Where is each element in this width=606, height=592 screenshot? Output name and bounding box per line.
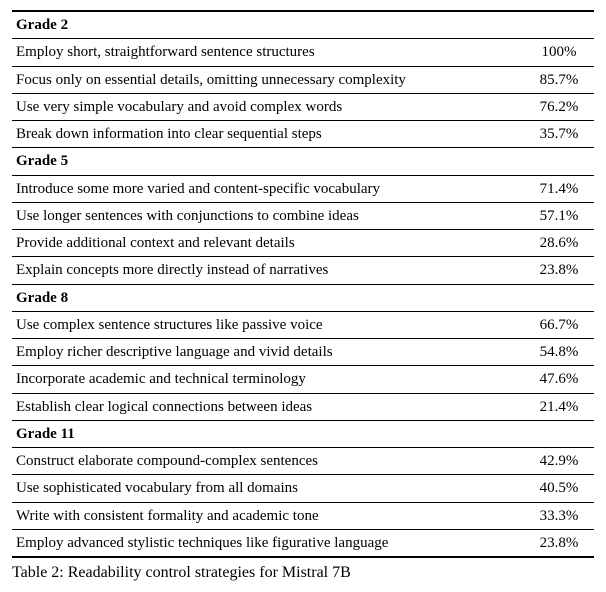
strategy-value: 28.6% [524, 230, 594, 257]
readability-table: Grade 2 Employ short, straightforward se… [12, 10, 594, 558]
group-header: Grade 5 [12, 148, 594, 175]
strategy-value: 23.8% [524, 257, 594, 284]
table-row: Use longer sentences with conjunctions t… [12, 202, 594, 229]
strategy-desc: Employ richer descriptive language and v… [12, 339, 524, 366]
strategy-desc: Employ advanced stylistic techniques lik… [12, 529, 524, 557]
group-header: Grade 2 [12, 11, 594, 39]
strategy-value: 66.7% [524, 311, 594, 338]
table-body: Grade 2 Employ short, straightforward se… [12, 11, 594, 557]
strategy-desc: Employ short, straightforward sentence s… [12, 39, 524, 66]
strategy-value: 57.1% [524, 202, 594, 229]
table-row: Break down information into clear sequen… [12, 121, 594, 148]
group-name: Grade 2 [12, 11, 594, 39]
strategy-desc: Establish clear logical connections betw… [12, 393, 524, 420]
strategy-desc: Use longer sentences with conjunctions t… [12, 202, 524, 229]
table-row: Use complex sentence structures like pas… [12, 311, 594, 338]
strategy-value: 21.4% [524, 393, 594, 420]
group-name: Grade 8 [12, 284, 594, 311]
strategy-value: 54.8% [524, 339, 594, 366]
group-header: Grade 11 [12, 420, 594, 447]
strategy-value: 85.7% [524, 66, 594, 93]
strategy-desc: Break down information into clear sequen… [12, 121, 524, 148]
table-row: Introduce some more varied and content-s… [12, 175, 594, 202]
strategy-value: 23.8% [524, 529, 594, 557]
strategy-desc: Provide additional context and relevant … [12, 230, 524, 257]
strategy-desc: Use sophisticated vocabulary from all do… [12, 475, 524, 502]
strategy-desc: Write with consistent formality and acad… [12, 502, 524, 529]
table-row: Use very simple vocabulary and avoid com… [12, 93, 594, 120]
strategy-value: 33.3% [524, 502, 594, 529]
strategy-value: 47.6% [524, 366, 594, 393]
table-row: Provide additional context and relevant … [12, 230, 594, 257]
table-row: Employ advanced stylistic techniques lik… [12, 529, 594, 557]
strategy-value: 100% [524, 39, 594, 66]
strategy-desc: Use very simple vocabulary and avoid com… [12, 93, 524, 120]
strategy-desc: Use complex sentence structures like pas… [12, 311, 524, 338]
strategy-value: 76.2% [524, 93, 594, 120]
strategy-desc: Explain concepts more directly instead o… [12, 257, 524, 284]
strategy-value: 35.7% [524, 121, 594, 148]
table-row: Use sophisticated vocabulary from all do… [12, 475, 594, 502]
strategy-desc: Construct elaborate compound-complex sen… [12, 448, 524, 475]
group-header: Grade 8 [12, 284, 594, 311]
table-row: Write with consistent formality and acad… [12, 502, 594, 529]
strategy-desc: Introduce some more varied and content-s… [12, 175, 524, 202]
table-row: Employ richer descriptive language and v… [12, 339, 594, 366]
strategy-value: 40.5% [524, 475, 594, 502]
group-name: Grade 5 [12, 148, 594, 175]
strategy-value: 71.4% [524, 175, 594, 202]
table-row: Explain concepts more directly instead o… [12, 257, 594, 284]
table-row: Incorporate academic and technical termi… [12, 366, 594, 393]
table-row: Construct elaborate compound-complex sen… [12, 448, 594, 475]
table-row: Employ short, straightforward sentence s… [12, 39, 594, 66]
strategy-desc: Focus only on essential details, omittin… [12, 66, 524, 93]
table-caption: Table 2: Readability control strategies … [12, 564, 594, 582]
table-row: Focus only on essential details, omittin… [12, 66, 594, 93]
strategy-desc: Incorporate academic and technical termi… [12, 366, 524, 393]
group-name: Grade 11 [12, 420, 594, 447]
table-row: Establish clear logical connections betw… [12, 393, 594, 420]
strategy-value: 42.9% [524, 448, 594, 475]
